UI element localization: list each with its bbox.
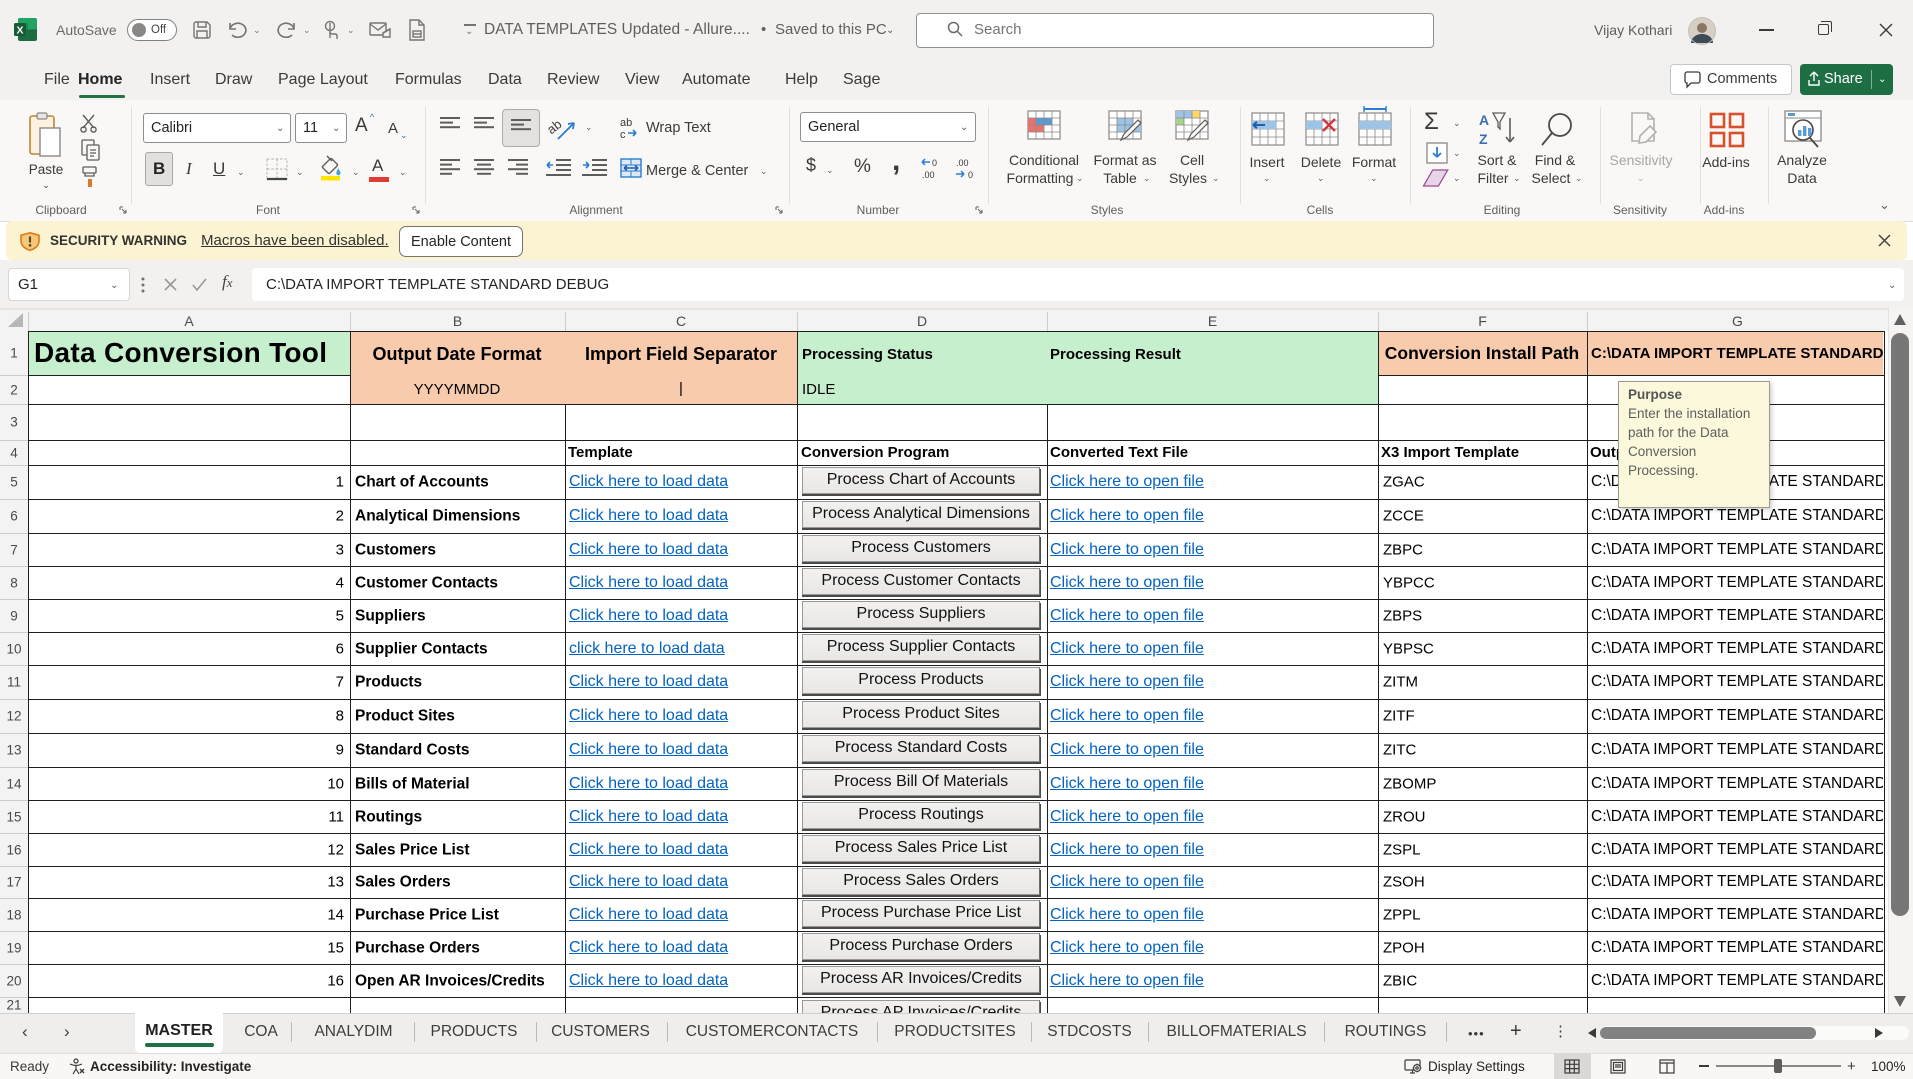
svg-text:0: 0 <box>932 158 937 168</box>
svg-text:.00: .00 <box>956 158 969 168</box>
svg-text:A: A <box>1479 112 1489 128</box>
svg-text:ab: ab <box>620 117 632 129</box>
svg-text:Z: Z <box>1479 131 1488 147</box>
svg-text:0: 0 <box>968 170 973 180</box>
svg-text:X: X <box>16 25 23 37</box>
svg-text:c: c <box>620 129 626 141</box>
svg-text:.00: .00 <box>922 170 935 180</box>
